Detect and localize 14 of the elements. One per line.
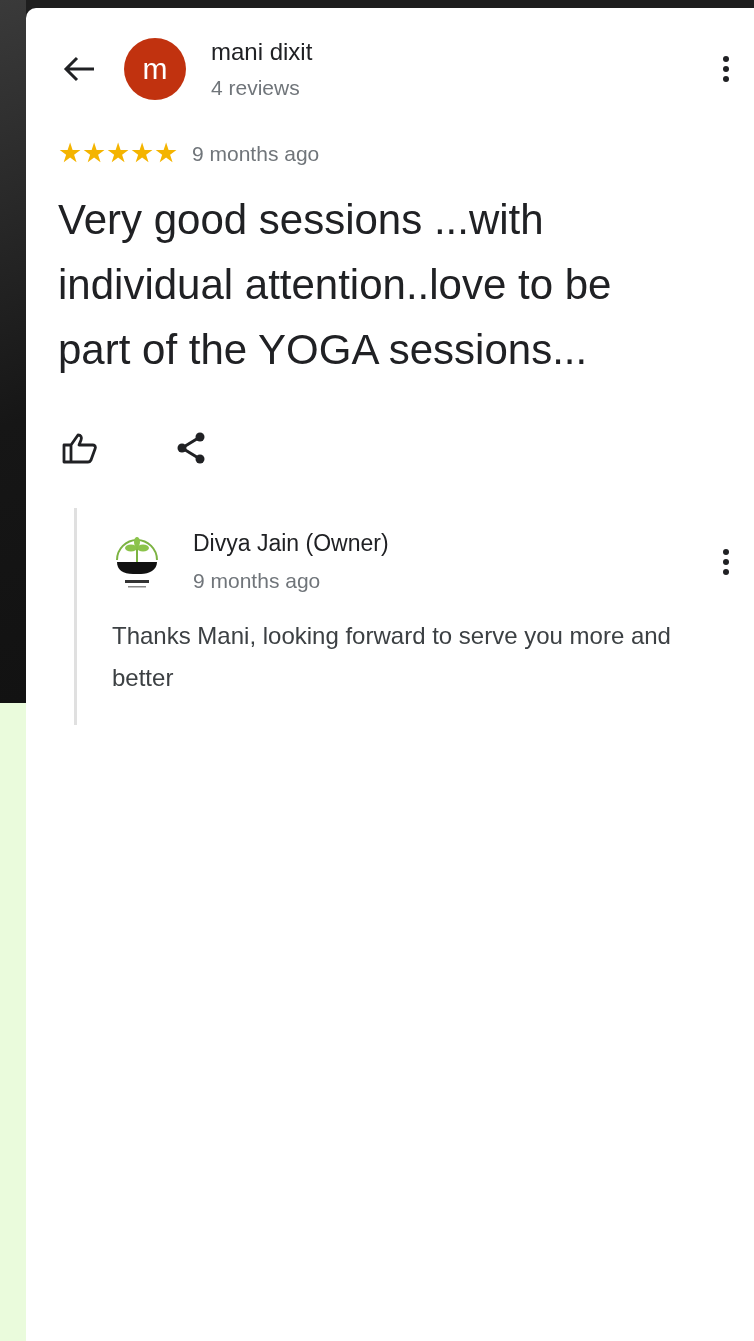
thumbs-up-icon[interactable] xyxy=(62,432,98,464)
review-time: 9 months ago xyxy=(192,141,320,166)
more-options-icon[interactable] xyxy=(722,55,730,83)
star-rating: ★★★★★ xyxy=(58,140,178,167)
avatar: m xyxy=(124,38,186,100)
back-arrow-icon[interactable] xyxy=(62,55,96,83)
share-icon[interactable] xyxy=(176,432,206,464)
reply-more-options-icon[interactable] xyxy=(722,547,730,576)
author-name: mani dixit xyxy=(211,38,314,66)
review-count: 4 reviews xyxy=(211,76,301,100)
review-text: Very good sessions ...with individual attention..love to be part of the YOGA sessions... xyxy=(58,195,613,375)
reply-text: Thanks Mani, looking forward to serve you more and better xyxy=(112,621,672,693)
reply-time: 9 months ago xyxy=(193,569,322,593)
owner-name: Divya Jain (Owner) xyxy=(193,530,390,557)
